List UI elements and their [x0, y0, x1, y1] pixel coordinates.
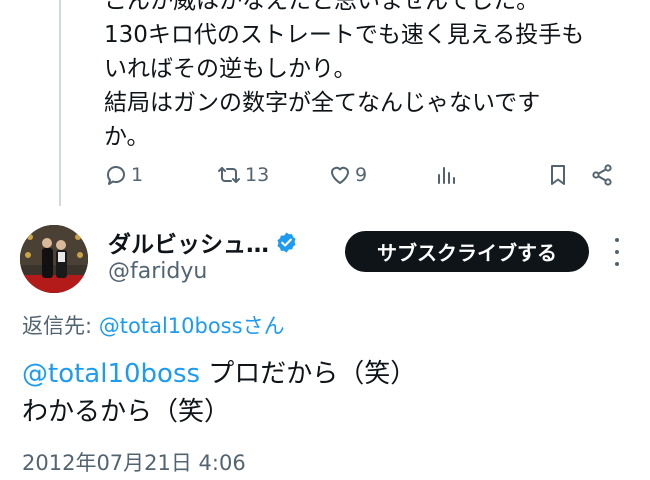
reply-icon — [107, 166, 125, 185]
more-dot — [615, 262, 619, 266]
tweet-text: プロだから（笑） — [200, 359, 417, 389]
share-button[interactable] — [590, 160, 614, 190]
previous-tweet-text: こんか威はかなえたと思いませんでした。 130キロ代のストレートでも速く見える投… — [104, 0, 634, 154]
previous-tweet-line: 130キロ代のストレートでも速く見える投手も — [104, 22, 585, 48]
retweet-button[interactable]: 13 — [216, 160, 269, 190]
tweet-timestamp[interactable]: 2012年07月21日 4:06 — [22, 447, 246, 477]
reply-button[interactable]: 1 — [104, 160, 143, 190]
retweet-count: 13 — [245, 164, 270, 186]
reply-to-user-link[interactable]: @total10bossさん — [99, 314, 285, 338]
more-dot — [615, 238, 619, 242]
like-count: 9 — [355, 164, 368, 186]
share-icon — [592, 164, 612, 186]
more-icon[interactable] — [606, 238, 628, 266]
reply-to-prefix: 返信先: — [22, 314, 99, 338]
previous-tweet-line: いればその逆もしかり。 — [104, 56, 357, 82]
thread-connector-line — [59, 0, 61, 206]
reply-count: 1 — [131, 164, 144, 186]
display-name[interactable]: ダルビッシュ… — [108, 225, 269, 259]
tweet-body-line: @total10boss プロだから（笑） — [22, 355, 416, 393]
avatar-image — [20, 225, 88, 293]
views-icon — [438, 167, 455, 184]
previous-tweet-line: こんか威はかなえたと思いませんでした。 — [104, 0, 540, 14]
subscribe-button[interactable]: サブスクライブする — [345, 231, 589, 272]
previous-tweet-line: 結局はガンの数字が全てなんじゃないです — [104, 90, 541, 116]
bookmark-button[interactable] — [546, 160, 570, 190]
verified-badge-icon — [277, 231, 296, 253]
reply-to-line: 返信先: @total10bossさん — [22, 310, 285, 340]
avatar[interactable] — [20, 225, 88, 293]
like-button[interactable]: 9 — [328, 160, 367, 190]
previous-tweet-line: か。 — [104, 124, 150, 150]
tweet-body: @total10boss プロだから（笑） わかるから（笑） — [22, 355, 416, 431]
more-dot — [615, 250, 619, 254]
previous-tweet-actions: 1 13 9 — [104, 160, 624, 190]
user-handle[interactable]: @faridyu — [108, 259, 207, 284]
like-icon — [331, 166, 349, 184]
mention-link[interactable]: @total10boss — [22, 359, 200, 389]
retweet-icon — [218, 167, 240, 183]
views-button[interactable] — [434, 160, 458, 190]
tweet-body-line: わかるから（笑） — [22, 397, 231, 427]
display-name-row[interactable]: ダルビッシュ… — [108, 225, 298, 259]
bookmark-icon — [551, 165, 565, 185]
